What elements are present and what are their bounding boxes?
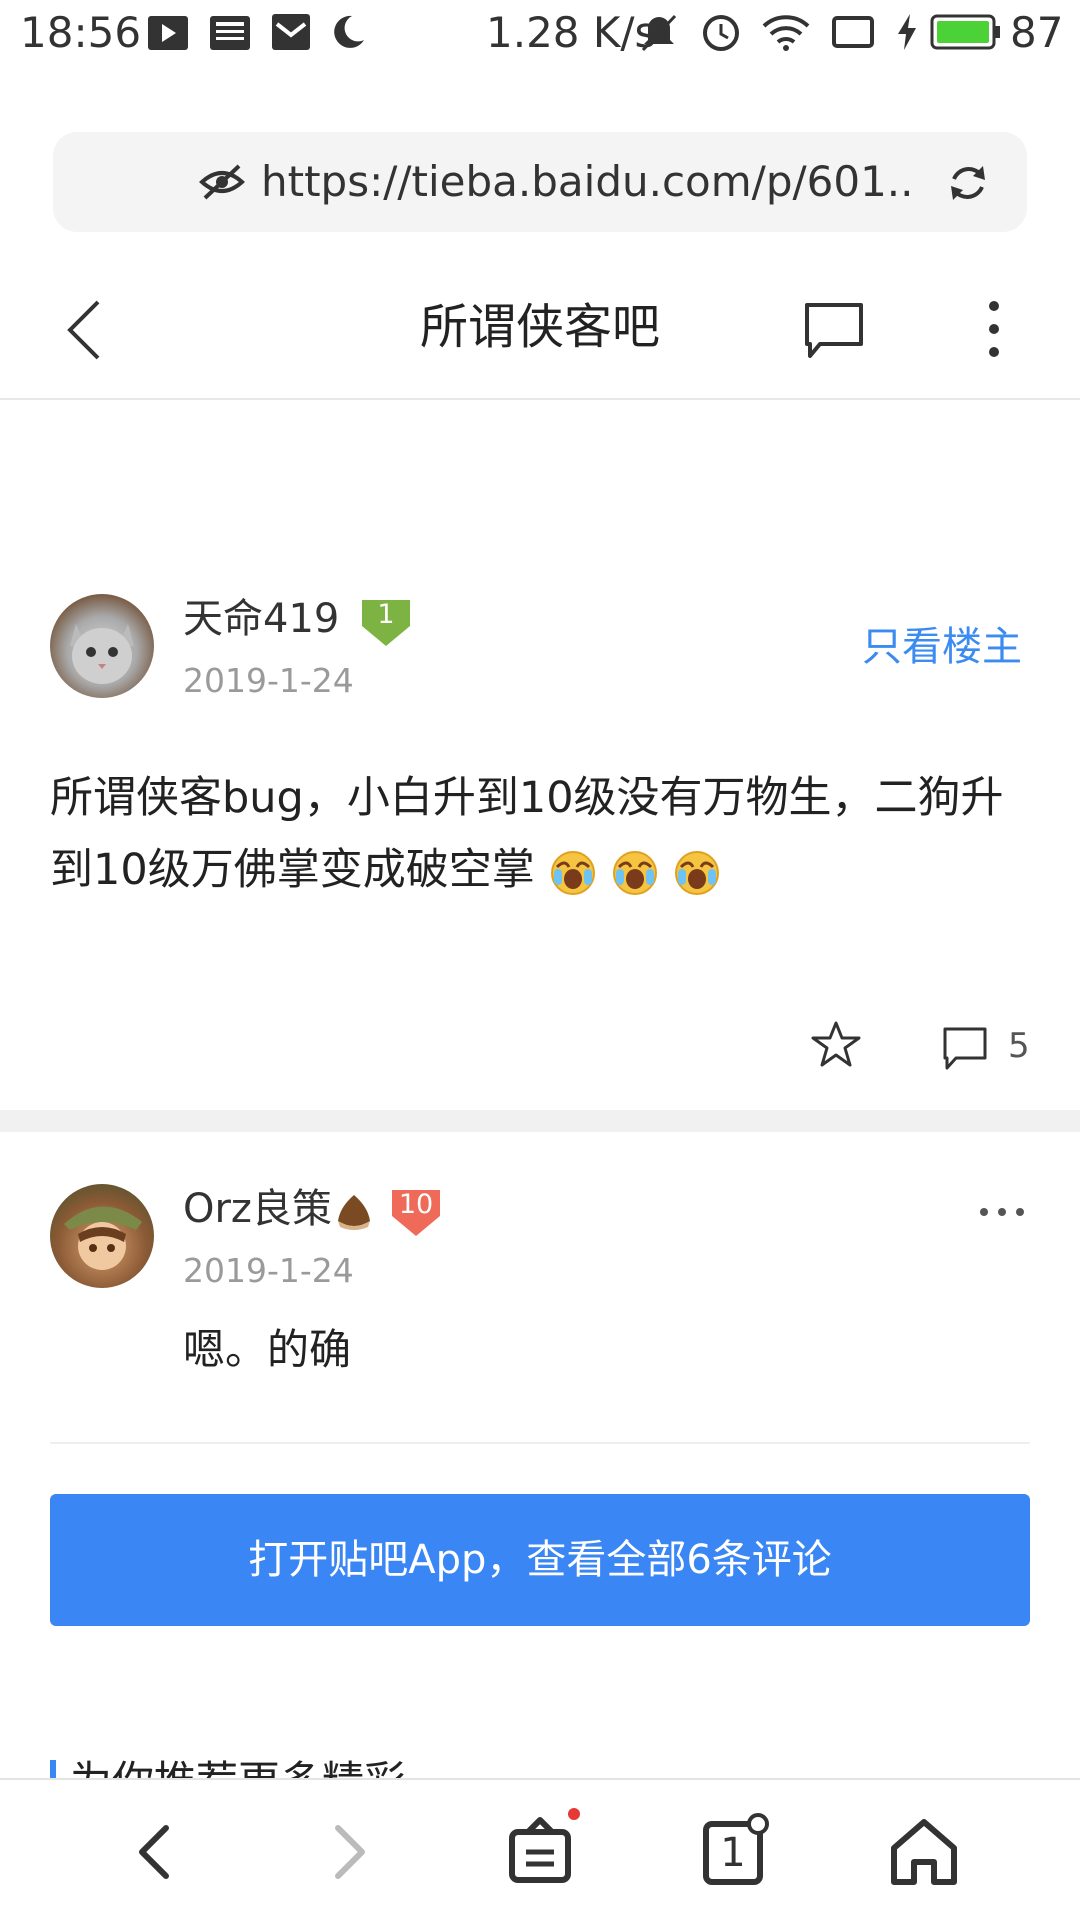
url-text[interactable]: https://tieba.baidu.com/p/601.. — [261, 132, 951, 232]
news-icon — [210, 16, 250, 50]
forward-icon[interactable] — [298, 1802, 398, 1902]
crying-emoji-icon — [612, 850, 657, 895]
screen-icon — [832, 16, 874, 48]
reply-author-name[interactable]: Orz良策 — [183, 1184, 374, 1234]
anime-avatar-image — [64, 1206, 142, 1270]
comment-icon[interactable] — [804, 302, 864, 360]
author-avatar[interactable] — [50, 594, 154, 698]
eye-slash-icon[interactable] — [199, 162, 245, 202]
network-speed: 1.28 K/s — [486, 8, 657, 57]
bottom-navigation: 1 — [0, 1778, 1080, 1922]
refresh-icon[interactable] — [947, 162, 989, 204]
reply-date: 2019-1-24 — [183, 1251, 354, 1290]
alarm-icon — [703, 15, 739, 51]
level-number: 1 — [377, 599, 395, 630]
reply-level-badge: 10 — [388, 1186, 444, 1242]
url-bar[interactable]: https://tieba.baidu.com/p/601.. — [53, 132, 1027, 232]
play-icon — [148, 16, 188, 50]
status-time: 18:56 — [20, 8, 142, 57]
reply-level-number: 10 — [398, 1189, 434, 1220]
section-divider — [0, 1110, 1080, 1132]
crying-emoji-icon — [674, 850, 719, 895]
level-badge: 1 — [358, 596, 414, 652]
battery-icon — [930, 14, 1000, 50]
home-icon[interactable] — [874, 1802, 974, 1902]
comment-count: 5 — [1008, 1026, 1030, 1066]
moon-icon — [334, 15, 364, 48]
reply-content: 嗯。的确 — [183, 1325, 352, 1374]
more-vertical-icon[interactable] — [982, 298, 1006, 360]
star-icon[interactable] — [810, 1020, 862, 1068]
chestnut-icon — [337, 1195, 370, 1230]
reply-avatar[interactable] — [50, 1184, 154, 1288]
back-icon[interactable] — [104, 1802, 204, 1902]
comment-count-icon[interactable] — [942, 1026, 988, 1072]
post-text: 所谓侠客bug，小白升到10级没有万物生，二狗升到10级万佛掌变成破空掌 — [50, 773, 1004, 895]
mail-icon — [272, 14, 310, 50]
only-view-op-button[interactable]: 只看楼主 — [862, 622, 1022, 672]
share-icon[interactable] — [490, 1802, 590, 1902]
more-horizontal-icon[interactable] — [978, 1204, 1026, 1220]
cat-avatar-image — [70, 624, 134, 684]
page-header: 所谓侠客吧 — [0, 262, 1080, 400]
reply-divider — [50, 1442, 1030, 1444]
mute-icon — [641, 14, 677, 52]
tabs-button[interactable]: 1 — [684, 1802, 784, 1902]
charging-icon — [898, 14, 916, 50]
battery-level: 87 — [1010, 8, 1064, 57]
tabs-count: 1 — [720, 1830, 746, 1876]
author-name[interactable]: 天命419 — [183, 594, 339, 644]
post-content: 所谓侠客bug，小白升到10级没有万物生，二狗升到10级万佛掌变成破空掌 — [50, 762, 1030, 906]
page-title: 所谓侠客吧 — [419, 299, 660, 355]
reply-author-text: Orz良策 — [183, 1186, 332, 1232]
post-date: 2019-1-24 — [183, 661, 354, 700]
open-app-button[interactable]: 打开贴吧App，查看全部6条评论 — [50, 1494, 1030, 1626]
wifi-icon — [762, 15, 810, 51]
crying-emoji-icon — [550, 850, 595, 895]
status-bar: 18:56 1.28 K/s 87 — [0, 0, 1080, 70]
